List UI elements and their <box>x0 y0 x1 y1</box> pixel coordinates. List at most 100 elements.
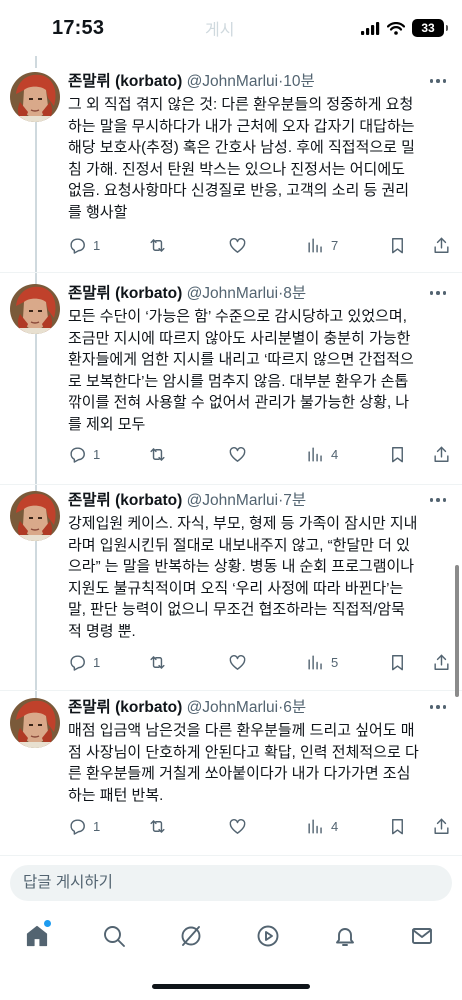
bookmark-button[interactable] <box>388 653 407 672</box>
status-bar: 17:53 게시 33 <box>0 0 462 56</box>
retweet-button[interactable] <box>148 445 167 464</box>
tweet-header: 존말뤼 (korbato) @JohnMarlui·6분 <box>68 698 306 718</box>
like-button[interactable] <box>228 817 247 836</box>
tweet-header: 존말뤼 (korbato) @JohnMarlui·7분 <box>68 491 306 511</box>
views-button[interactable]: 5 <box>306 653 338 672</box>
tab-video[interactable] <box>256 924 284 952</box>
tweet-time[interactable]: ·10분 <box>278 73 315 90</box>
like-button[interactable] <box>228 653 247 672</box>
tweet-divider <box>0 272 462 273</box>
tweet-time[interactable]: ·8분 <box>278 285 306 302</box>
more-options-button[interactable] <box>429 705 446 709</box>
tweet-header: 존말뤼 (korbato) @JohnMarlui·8분 <box>68 284 306 304</box>
tweet[interactable]: 존말뤼 (korbato) @JohnMarlui·10분 그 외 직접 겪지 않… <box>0 72 462 342</box>
share-icon <box>434 818 449 834</box>
author-name[interactable]: 존말뤼 (korbato) <box>68 73 182 90</box>
bookmark-button[interactable] <box>388 817 407 836</box>
author-handle[interactable]: @JohnMarlui <box>187 285 279 302</box>
views-button[interactable]: 4 <box>306 817 338 836</box>
header-title-faded: 게시 <box>205 22 235 39</box>
retweet-icon <box>150 239 165 252</box>
like-icon <box>229 819 246 834</box>
tab-home[interactable] <box>25 920 53 952</box>
retweet-button[interactable] <box>148 236 167 255</box>
author-name[interactable]: 존말뤼 (korbato) <box>68 492 182 509</box>
tab-search[interactable] <box>102 924 130 952</box>
bell-icon <box>336 928 354 946</box>
avatar[interactable] <box>10 698 60 748</box>
reply-count: 1 <box>93 655 101 670</box>
author-handle[interactable]: @JohnMarlui <box>187 73 279 90</box>
reply-icon <box>70 655 85 671</box>
avatar[interactable] <box>10 284 60 334</box>
more-options-button[interactable] <box>429 291 446 295</box>
tweet-actions: 15 <box>68 653 452 675</box>
view-count: 7 <box>331 238 339 253</box>
reply-input[interactable]: 답글 게시하기 <box>10 865 452 901</box>
author-handle[interactable]: @JohnMarlui <box>187 492 279 509</box>
tweet[interactable]: 존말뤼 (korbato) @JohnMarlui·7분 강제입원 케이스. 자식… <box>0 491 462 737</box>
views-button[interactable]: 4 <box>306 445 338 464</box>
share-button[interactable] <box>432 653 451 672</box>
mail-icon <box>412 928 432 944</box>
scrollbar[interactable] <box>455 565 459 697</box>
views-icon <box>308 238 322 253</box>
retweet-icon <box>150 656 165 669</box>
tweet-divider <box>0 484 462 485</box>
tweet[interactable]: 존말뤼 (korbato) @JohnMarlui·8분 모든 수단이 ‘가능은 … <box>0 284 462 538</box>
reply-icon <box>70 238 85 254</box>
author-handle[interactable]: @JohnMarlui <box>187 699 279 716</box>
tab-grok[interactable] <box>179 924 207 952</box>
views-button[interactable]: 7 <box>306 236 338 255</box>
home-indicator <box>152 984 310 989</box>
share-button[interactable] <box>432 445 451 464</box>
tab-notifications[interactable] <box>333 924 361 952</box>
tweet-text: 그 외 직접 겪지 않은 것: 다른 환우분들의 정중하게 요청 하는 말을 무… <box>68 96 415 221</box>
author-name[interactable]: 존말뤼 (korbato) <box>68 699 182 716</box>
share-button[interactable] <box>432 236 451 255</box>
tweet-text: 모든 수단이 ‘가능은 함’ 수준으로 감시당하고 있었으며, 조금만 지시에 … <box>68 308 414 433</box>
bookmark-button[interactable] <box>388 445 407 464</box>
wifi-icon <box>387 21 405 35</box>
tweet-divider <box>0 690 462 691</box>
tweet-header: 존말뤼 (korbato) @JohnMarlui·10분 <box>68 72 315 92</box>
author-name[interactable]: 존말뤼 (korbato) <box>68 285 182 302</box>
tweet-time[interactable]: ·7분 <box>278 492 306 509</box>
views-icon <box>308 819 322 834</box>
bookmark-button[interactable] <box>388 236 407 255</box>
avatar[interactable] <box>10 491 60 541</box>
retweet-icon <box>150 820 165 833</box>
battery-level: 33 <box>421 21 435 35</box>
reply-button[interactable]: 1 <box>68 445 100 464</box>
views-icon <box>308 447 322 462</box>
reply-button[interactable]: 1 <box>68 817 100 836</box>
search-icon <box>104 926 125 947</box>
reply-count: 1 <box>93 447 101 462</box>
tab-messages[interactable] <box>410 924 438 952</box>
play-icon <box>257 925 279 947</box>
view-count: 5 <box>331 655 339 670</box>
retweet-button[interactable] <box>148 817 167 836</box>
reply-button[interactable]: 1 <box>68 236 100 255</box>
bookmark-icon <box>392 238 403 254</box>
retweet-button[interactable] <box>148 653 167 672</box>
tweet[interactable]: 존말뤼 (korbato) @JohnMarlui·6분 매점 입금액 남은것을 … <box>0 698 462 855</box>
reply-button[interactable]: 1 <box>68 653 100 672</box>
avatar[interactable] <box>10 72 60 122</box>
home-icon <box>26 925 48 947</box>
share-button[interactable] <box>432 817 451 836</box>
bookmark-icon <box>392 819 403 835</box>
more-options-button[interactable] <box>429 498 446 502</box>
like-button[interactable] <box>228 445 247 464</box>
reply-icon <box>70 447 85 463</box>
like-icon <box>229 238 246 253</box>
tweet-time[interactable]: ·6분 <box>278 699 306 716</box>
retweet-icon <box>150 448 165 461</box>
like-button[interactable] <box>228 236 247 255</box>
status-icons: 33 <box>361 19 448 37</box>
reply-count: 1 <box>93 238 101 253</box>
share-icon <box>434 654 449 670</box>
reply-icon <box>70 819 85 835</box>
more-options-button[interactable] <box>429 79 446 83</box>
reply-bar: 답글 게시하기 <box>0 855 462 910</box>
